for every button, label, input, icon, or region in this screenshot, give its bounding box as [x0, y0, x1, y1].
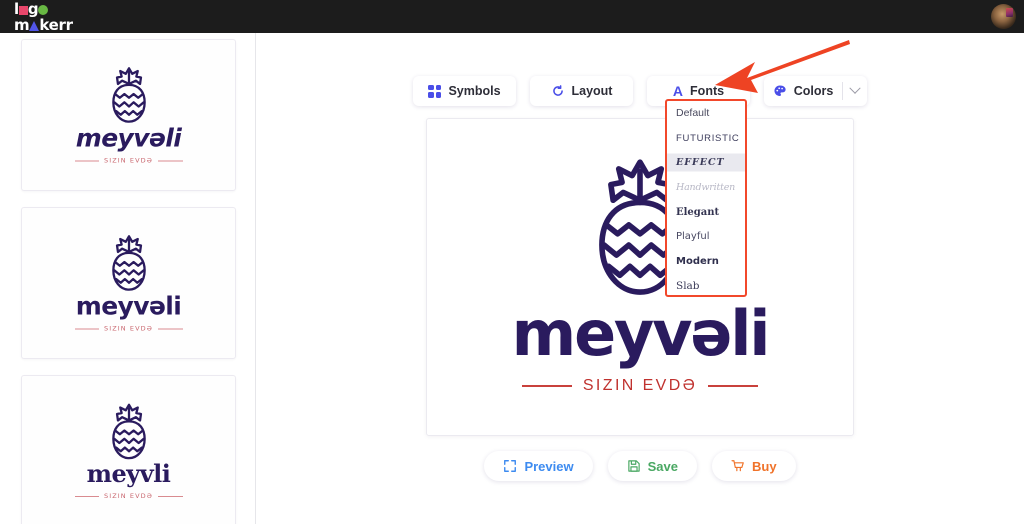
chevron-down-icon	[849, 82, 861, 94]
divider-left	[522, 385, 572, 387]
tab-colors[interactable]: Colors	[764, 76, 867, 106]
floppy-icon	[627, 460, 640, 472]
expand-icon	[504, 460, 517, 472]
divider-right	[158, 495, 183, 497]
logo-thumbnail-name: meyvəli	[75, 123, 182, 153]
logo-thumbnail-tagline: SIZIN EVDƏ	[103, 492, 154, 500]
app-logo-char-g: g	[27, 0, 39, 18]
menu-item-effect[interactable]: EFFECT	[667, 150, 745, 176]
pineapple-icon	[111, 67, 146, 123]
logo-tagline-row: SIZIN EVDƏ	[522, 377, 758, 395]
preview-button[interactable]: Preview	[484, 451, 593, 481]
letter-a-icon: A	[672, 83, 684, 99]
menu-item-playful[interactable]: Playful	[667, 224, 745, 249]
menu-item-modern[interactable]: Modern	[667, 249, 745, 274]
divider-right	[708, 385, 758, 387]
logo-thumbnail-tagline-row: SIZIN EVDƏ	[74, 156, 183, 165]
square-icon	[18, 6, 28, 15]
logo-tagline-text: SIZIN EVDƏ	[582, 377, 698, 394]
app-logo-text-kerr: kerr	[39, 16, 73, 34]
tab-layout[interactable]: Layout	[530, 76, 633, 106]
buy-button-label: Buy	[751, 458, 777, 474]
layout-refresh-icon	[552, 85, 563, 96]
list-item[interactable]: meyvəli SIZIN EVDƏ	[21, 207, 236, 359]
menu-item-futuristic[interactable]: FUTURISTIC	[667, 126, 745, 151]
colors-dropdown-toggle[interactable]	[843, 76, 867, 106]
divider-left	[74, 160, 99, 161]
divider-left	[74, 328, 99, 329]
buy-button[interactable]: Buy	[711, 451, 796, 481]
logo-variants-sidebar[interactable]: meyvəli SIZIN EVDƏ meyvəli SIZIN EVDƏ me…	[0, 33, 256, 524]
logo-thumbnail-3: meyvli SIZIN EVDƏ	[22, 402, 235, 500]
tab-symbols[interactable]: Symbols	[413, 76, 516, 106]
app-logo-line-2: m kerr	[14, 18, 92, 33]
menu-item-handwritten[interactable]: Handwritten	[667, 175, 745, 200]
list-item[interactable]: meyvəli SIZIN EVDƏ	[21, 39, 236, 191]
logo-thumbnail-tagline: SIZIN EVDƏ	[103, 156, 154, 165]
editor-main: Symbols Layout A Fonts Colors Default FU…	[256, 33, 1024, 524]
logo-thumbnail-name: meyvli	[86, 459, 171, 488]
logo-thumbnail-1: meyvəli SIZIN EVDƏ	[22, 66, 235, 165]
divider-right	[158, 328, 183, 329]
logo-thumbnail-tagline: SIZIN EVDƏ	[103, 324, 154, 333]
list-item[interactable]: meyvli SIZIN EVDƏ	[21, 375, 236, 524]
divider-left	[74, 495, 99, 497]
logo-thumbnail-2: meyvəli SIZIN EVDƏ	[22, 234, 235, 333]
logo-preview-canvas[interactable]: meyvəli SIZIN EVDƏ	[426, 118, 854, 436]
fonts-dropdown-menu[interactable]: Default FUTURISTIC EFFECT Handwritten El…	[665, 99, 747, 297]
menu-item-default[interactable]: Default	[667, 101, 745, 126]
logo-thumbnail-tagline-row: SIZIN EVDƏ	[74, 492, 183, 500]
tab-colors-main[interactable]: Colors	[764, 76, 842, 106]
action-button-bar: Preview Save Buy	[256, 451, 1024, 481]
preview-button-label: Preview	[524, 458, 574, 474]
cart-icon	[731, 460, 744, 472]
triangle-icon	[29, 21, 40, 31]
save-button[interactable]: Save	[607, 451, 697, 481]
logo-thumbnail-tagline-row: SIZIN EVDƏ	[74, 324, 183, 333]
app-logo[interactable]: lg m kerr	[14, 1, 92, 33]
tab-symbols-label: Symbols	[448, 84, 501, 98]
palette-icon	[774, 85, 786, 96]
top-bar: lg m kerr	[0, 0, 1024, 33]
app-logo-char-m: m	[14, 16, 30, 34]
circle-icon	[38, 5, 49, 15]
tab-layout-label: Layout	[571, 84, 613, 98]
editor-toolbar: Symbols Layout A Fonts Colors	[256, 76, 1024, 106]
logo-name-text: meyvəli	[511, 297, 771, 370]
tab-colors-label: Colors	[793, 84, 834, 98]
app-logo-line-1: lg	[14, 2, 92, 17]
save-button-label: Save	[647, 458, 678, 474]
grid-dots-icon	[428, 84, 442, 98]
avatar[interactable]	[991, 4, 1016, 29]
pineapple-icon	[111, 235, 146, 291]
menu-item-elegant[interactable]: Elegant	[667, 200, 745, 225]
tab-fonts-label: Fonts	[690, 84, 725, 98]
menu-item-slab[interactable]: Slab	[667, 274, 745, 295]
logo-thumbnail-name: meyvəli	[75, 291, 182, 321]
divider-right	[158, 160, 183, 161]
pineapple-icon	[111, 403, 146, 460]
